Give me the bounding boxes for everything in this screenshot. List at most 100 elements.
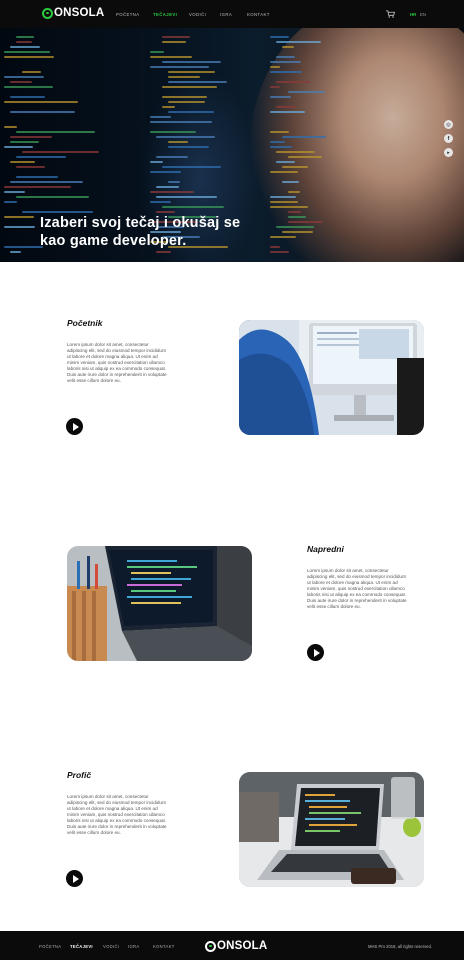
code-line [4,76,45,78]
logo[interactable]: ONSOLA [42,7,104,19]
code-line [270,66,280,68]
macbook-illustration [239,772,424,887]
code-line [270,201,298,203]
course-photo-laptop-code [67,546,252,661]
logo-text: ONSOLA [54,7,105,19]
code-line [150,171,182,173]
code-line [282,136,326,138]
lang-en[interactable]: EN [420,12,426,17]
code-line [4,51,50,53]
footer-nav-game[interactable]: IGRA [128,944,139,949]
play-button[interactable] [66,418,83,435]
code-line [10,251,21,253]
code-line [162,166,221,168]
code-line [10,161,36,163]
laptop-code-illustration [67,546,252,661]
code-line [16,156,66,158]
code-line [22,211,93,213]
code-line [4,146,34,148]
code-line [270,131,290,133]
code-line [156,211,175,213]
code-line [150,131,196,133]
code-line [4,226,36,228]
code-line [288,156,323,158]
course-title: Početnik [67,318,103,328]
nav-home[interactable]: POČETNA [116,12,140,17]
code-line [4,201,17,203]
code-line [270,111,305,113]
code-line [288,216,307,218]
logo-c-icon [205,940,216,952]
code-line [270,141,286,143]
play-button[interactable] [307,644,324,661]
footer-nav-contact[interactable]: KONTAKT [153,944,175,949]
course-description: Lorem ipsum dolor sit amet, consectetur … [67,342,167,383]
code-line [4,191,26,193]
code-line [162,86,217,88]
nav-courses[interactable]: TEČAJEVI [153,12,177,17]
site-footer: POČETNA TEČAJEVI VODIČI IGRA KONTAKT ONS… [0,931,464,960]
footer-nav-guides[interactable]: VODIČI [103,944,119,949]
code-line [270,71,303,73]
code-line [270,36,289,38]
logo-text: ONSOLA [217,940,268,952]
code-line [4,56,55,58]
code-line [282,181,300,183]
facebook-icon[interactable]: f [444,134,453,143]
code-line [288,221,323,223]
code-line [150,56,193,58]
code-line [150,51,164,53]
code-line [276,41,322,43]
code-line [156,136,215,138]
youtube-icon[interactable]: ▸ [444,148,453,157]
footer-nav-home[interactable]: POČETNA [39,944,61,949]
code-line [22,71,41,73]
code-line [270,146,292,148]
code-line [168,146,209,148]
code-line [150,161,164,163]
code-line [282,166,308,168]
logo-c-icon [42,7,53,19]
code-line [270,86,281,88]
course-description: Lorem ipsum dolor sit amet, consectetur … [67,794,167,835]
code-line [16,131,95,133]
code-line [162,36,191,38]
code-line [4,101,78,103]
code-line [10,81,33,83]
code-line [4,186,72,188]
instagram-icon[interactable]: ◎ [444,120,453,129]
code-line [10,141,39,143]
course-photo-imac [239,320,424,435]
nav-game[interactable]: IGRA [220,12,232,17]
copyright-text: MHS Pro 2018, all rights reserved. [368,944,433,949]
footer-logo[interactable]: ONSOLA [205,940,267,952]
code-line [162,41,187,43]
code-line [4,216,35,218]
lang-hr[interactable]: HR [410,12,416,17]
code-line [276,56,295,58]
code-line [270,206,309,208]
code-line [162,61,221,63]
code-line [10,181,83,183]
code-line [270,251,289,253]
code-line [16,41,32,43]
code-line [168,141,188,143]
hero-banner: Izaberi svoj tečaj i okušaj se kao game … [0,28,464,262]
code-line [282,46,294,48]
code-line [168,101,206,103]
code-line [168,71,215,73]
code-line [168,111,214,113]
code-line [156,156,188,158]
code-line [288,91,326,93]
course-title: Napredni [307,544,344,554]
code-line [150,191,194,193]
nav-contact[interactable]: KONTAKT [247,12,270,17]
code-line [150,116,171,118]
code-line [276,151,316,153]
footer-nav-courses[interactable]: TEČAJEVI [70,944,93,949]
nav-guides[interactable]: VODIČI [189,12,206,17]
code-line [10,46,41,48]
cart-icon[interactable] [386,10,395,18]
code-line [276,161,296,163]
play-button[interactable] [66,870,83,887]
